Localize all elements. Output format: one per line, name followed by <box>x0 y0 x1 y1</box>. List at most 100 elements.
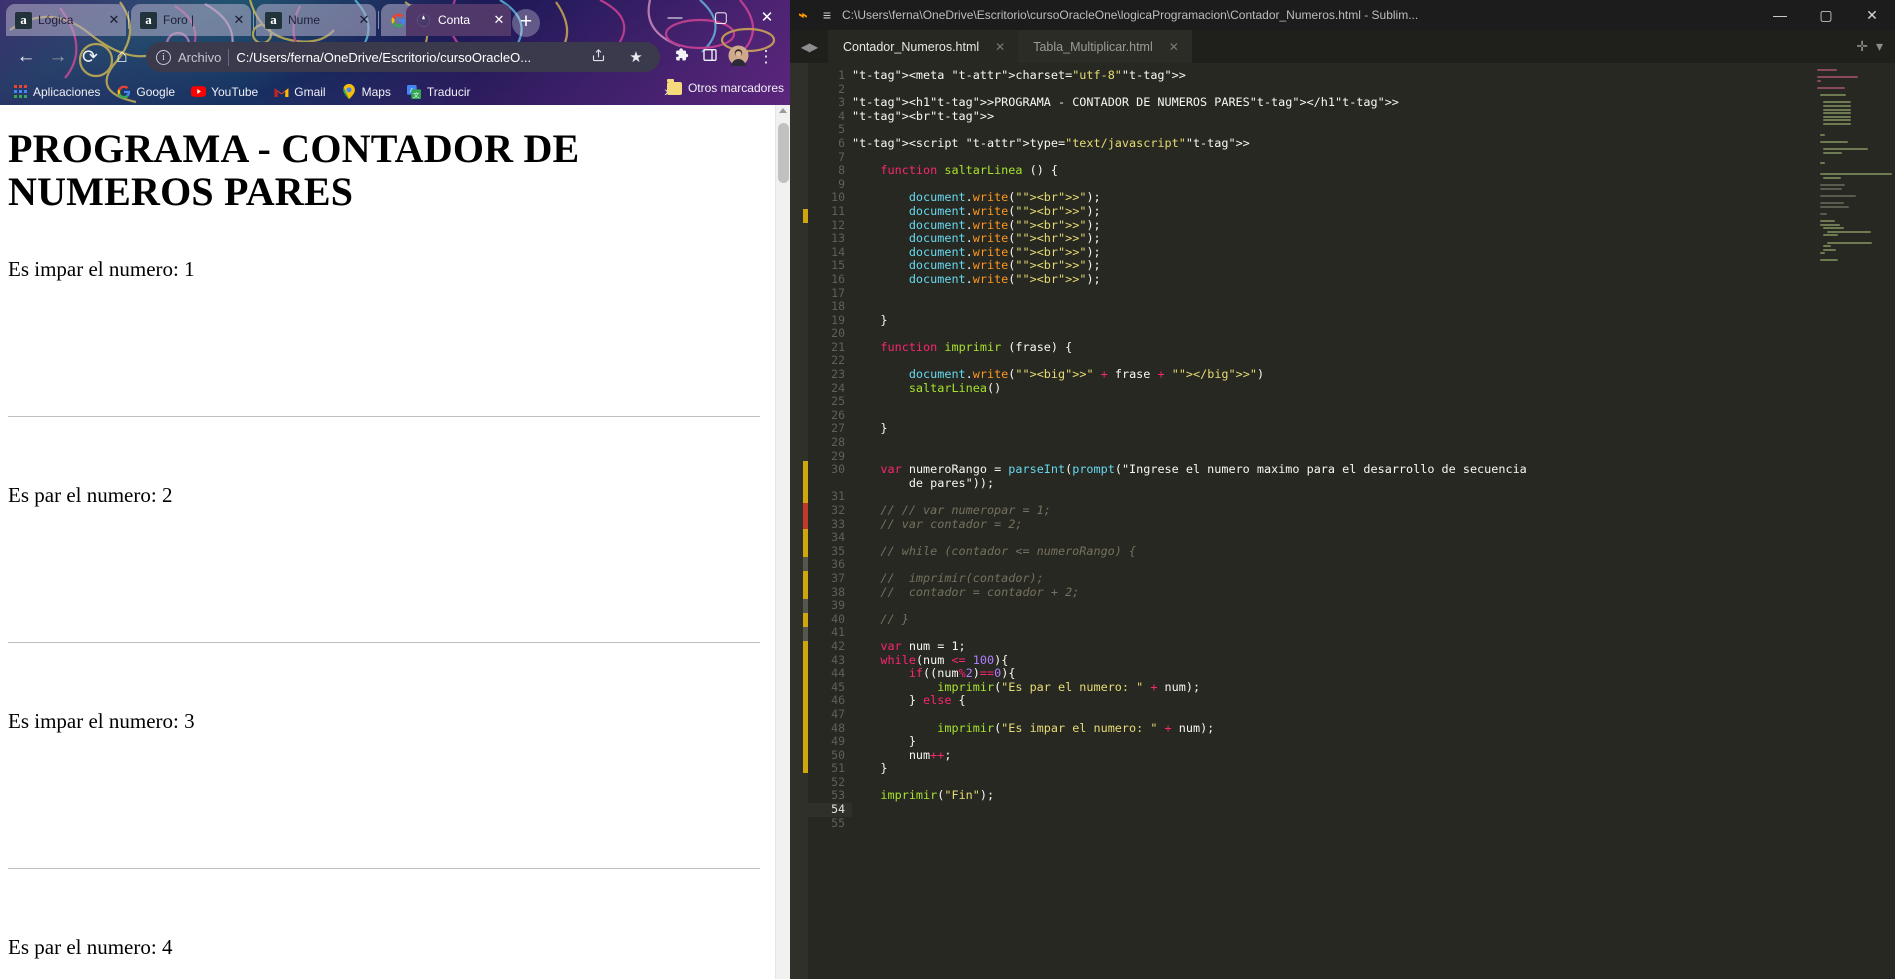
code-line[interactable]: document.write(""><br">>"); <box>852 245 1811 260</box>
code-line[interactable] <box>852 395 1811 409</box>
code-line[interactable]: } else { <box>852 694 1811 708</box>
browser-tab-0[interactable]: a Lógica ✕ <box>6 4 126 36</box>
hamburger-icon[interactable]: ≡ <box>816 7 838 23</box>
editor-tab-contador-numeros[interactable]: Contador_Numeros.html ✕ <box>828 30 1019 63</box>
side-panel-icon[interactable] <box>696 47 724 67</box>
code-line[interactable]: num++; <box>852 748 1811 763</box>
code-line[interactable] <box>852 450 1811 464</box>
share-icon[interactable] <box>584 48 612 67</box>
url-text[interactable]: C:/Users/ferna/OneDrive/Escritorio/curso… <box>236 50 531 65</box>
code-line[interactable]: imprimir("Es impar el numero: " + num); <box>852 721 1811 736</box>
code-line[interactable]: "t-tag"><br"t-tag">> <box>852 109 1811 124</box>
code-line[interactable] <box>852 817 1811 831</box>
bookmark-star-icon[interactable]: ★ <box>622 48 650 66</box>
browser-tab-1[interactable]: a Foro | ✕ <box>131 4 251 36</box>
browser-tab-2[interactable]: a Nume ✕ <box>256 4 376 36</box>
forward-button[interactable]: → <box>42 46 74 68</box>
code-line[interactable]: document.write(""><br">>"); <box>852 259 1811 273</box>
code-line[interactable] <box>852 531 1811 545</box>
scroll-up-icon[interactable] <box>779 108 787 113</box>
chevron-down-icon[interactable]: ▾ <box>1876 38 1883 55</box>
avatar[interactable] <box>724 45 752 70</box>
close-icon[interactable]: ✕ <box>1169 40 1179 54</box>
code-line[interactable]: document.write(""><hr">>"); <box>852 231 1811 246</box>
new-tab-icon[interactable]: ✛ <box>1856 38 1868 55</box>
scrollbar-thumb[interactable] <box>778 123 789 183</box>
code-line[interactable] <box>852 327 1811 341</box>
code-line[interactable]: imprimir("Es par el numero: " + num); <box>852 680 1811 695</box>
code-line[interactable]: // while (contador <= numeroRango) { <box>852 544 1811 559</box>
page-scrollbar[interactable] <box>775 105 790 979</box>
code-line[interactable]: if((num%2)==0){ <box>852 666 1811 681</box>
code-line[interactable]: while(num <= 100){ <box>852 653 1811 668</box>
code-line[interactable]: } <box>852 734 1811 749</box>
bookmark-traducir[interactable]: A 文 Traducir <box>400 82 478 101</box>
code-line[interactable] <box>852 776 1811 790</box>
code-line[interactable]: de pares")); <box>852 476 1811 491</box>
reload-button[interactable]: ⟳ <box>74 46 106 69</box>
code-line[interactable]: document.write(""><big">>" + frase + "">… <box>852 367 1811 382</box>
code-line[interactable]: } <box>852 422 1811 436</box>
code-line[interactable]: "t-tag"><meta "t-attr">charset="utf-8""t… <box>852 68 1811 83</box>
code-line[interactable]: // imprimir(contador); <box>852 571 1811 586</box>
code-line[interactable] <box>852 803 1811 817</box>
code-line[interactable] <box>852 287 1811 301</box>
minimize-button[interactable]: — <box>652 9 698 26</box>
code-line[interactable] <box>852 436 1811 450</box>
code-line[interactable] <box>852 300 1811 314</box>
maximize-button[interactable]: ▢ <box>1803 7 1849 24</box>
code-line[interactable]: document.write(""><br">>"); <box>852 218 1811 233</box>
code-line[interactable] <box>852 123 1811 137</box>
code-line[interactable]: var numeroRango = parseInt(prompt("Ingre… <box>852 462 1811 477</box>
bookmark-google[interactable]: Google <box>109 82 182 101</box>
code-line[interactable]: } <box>852 762 1811 776</box>
code-editor-area[interactable]: "t-tag"><meta "t-attr">charset="utf-8""t… <box>852 63 1811 979</box>
code-line[interactable]: // } <box>852 612 1811 627</box>
code-line[interactable]: } <box>852 313 1811 328</box>
code-line[interactable] <box>852 708 1811 722</box>
close-icon[interactable]: ✕ <box>995 40 1005 54</box>
new-tab-button[interactable]: + <box>512 9 540 37</box>
browser-tab-4-active[interactable]: Conta ✕ <box>406 4 511 36</box>
close-icon[interactable]: ✕ <box>231 12 247 28</box>
address-bar[interactable]: i Archivo C:/Users/ferna/OneDrive/Escrit… <box>146 42 660 72</box>
editor-tab-tabla-multiplicar[interactable]: Tabla_Multiplicar.html ✕ <box>1018 30 1192 63</box>
minimize-button[interactable]: — <box>1757 7 1803 23</box>
code-line[interactable]: // // var numeropar = 1; <box>852 503 1811 518</box>
close-icon[interactable]: ✕ <box>356 12 372 28</box>
code-line[interactable]: document.write(""><br">>"); <box>852 272 1811 287</box>
editor-minimap[interactable] <box>1811 63 1895 979</box>
close-window-button[interactable]: ✕ <box>744 8 790 26</box>
code-line[interactable]: document.write(""><br">>"); <box>852 191 1811 205</box>
other-bookmarks-folder[interactable]: Otros marcadores <box>666 78 784 95</box>
extensions-puzzle-icon[interactable] <box>668 47 696 68</box>
code-line[interactable]: imprimir("Fin"); <box>852 789 1811 803</box>
code-line[interactable] <box>852 558 1811 572</box>
close-window-button[interactable]: ✕ <box>1849 7 1895 24</box>
editor-vertical-scrollbar[interactable] <box>1889 63 1895 979</box>
home-button[interactable]: ⌂ <box>106 46 138 68</box>
code-line[interactable]: function saltarLinea () { <box>852 163 1811 178</box>
close-icon[interactable]: ✕ <box>491 12 507 28</box>
back-button[interactable]: ← <box>10 46 42 68</box>
code-line[interactable] <box>852 178 1811 192</box>
close-icon[interactable]: ✕ <box>106 12 122 28</box>
code-line[interactable] <box>852 354 1811 368</box>
site-info-icon[interactable]: i <box>156 49 171 65</box>
code-line[interactable]: function imprimir (frase) { <box>852 340 1811 355</box>
code-line[interactable] <box>852 599 1811 613</box>
tab-nav-arrows-icon[interactable]: ◀▶ <box>790 40 828 63</box>
code-line[interactable] <box>852 409 1811 423</box>
code-line[interactable]: saltarLinea() <box>852 381 1811 396</box>
code-line[interactable]: // var contador = 2; <box>852 517 1811 532</box>
bookmark-aplicaciones[interactable]: Aplicaciones <box>6 82 107 101</box>
bookmark-gmail[interactable]: Gmail <box>267 82 332 101</box>
bookmark-maps[interactable]: Maps <box>335 82 398 101</box>
code-line[interactable] <box>852 151 1811 165</box>
code-line[interactable]: var num = 1; <box>852 639 1811 654</box>
bookmark-youtube[interactable]: YouTube <box>184 82 265 101</box>
code-line[interactable]: "t-tag"><script "t-attr">type="text/java… <box>852 136 1811 151</box>
code-line[interactable] <box>852 83 1811 97</box>
code-line[interactable] <box>852 626 1811 640</box>
code-line[interactable]: "t-tag"><h1"t-tag">>PROGRAMA - CONTADOR … <box>852 95 1811 110</box>
